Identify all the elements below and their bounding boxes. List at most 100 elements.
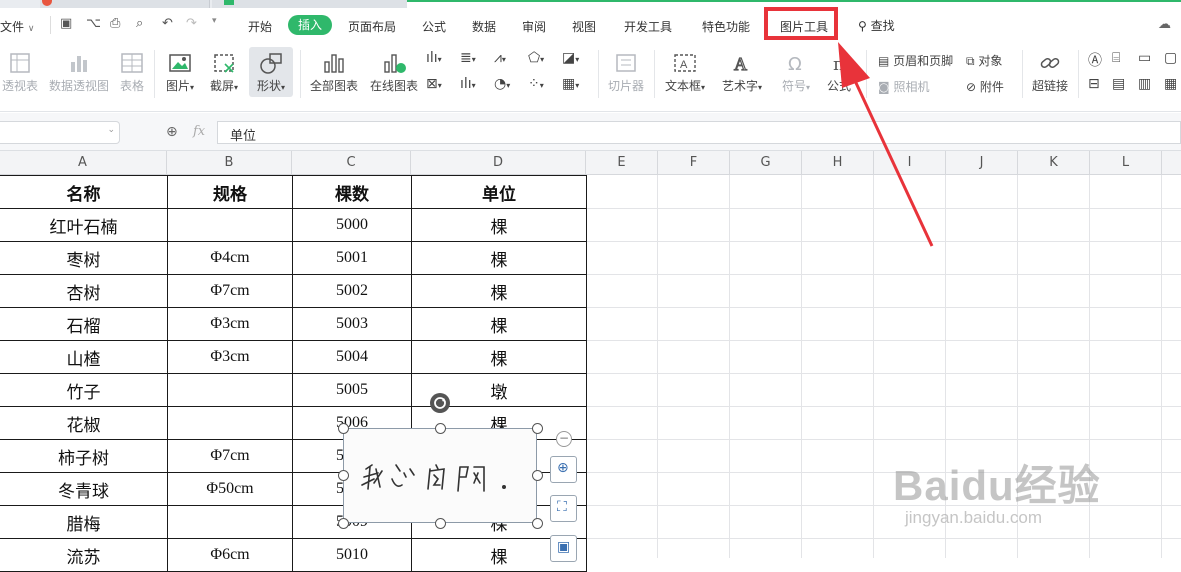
tab-review[interactable]: 审阅 — [522, 18, 546, 35]
attachment-button[interactable]: ⊘ 附件 — [966, 78, 1004, 95]
redo-icon[interactable]: ↷ — [186, 16, 197, 31]
shapes-button[interactable]: 形状▾ — [249, 47, 293, 97]
window-tab-2[interactable] — [212, 0, 407, 8]
resize-handle-n[interactable] — [435, 423, 446, 434]
cell-spec[interactable]: Φ7cm — [167, 439, 293, 473]
header-count[interactable]: 棵数 — [292, 175, 412, 209]
collapse-toolbar-icon[interactable]: − — [556, 431, 572, 447]
quick-access-dropdown-icon[interactable]: ▾ — [212, 16, 217, 26]
line-chart-icon[interactable]: ⩘▾ — [494, 50, 506, 66]
cell-count[interactable]: 5003 — [292, 307, 412, 341]
pivot-chart-button[interactable]: 数据透视图 — [46, 52, 112, 94]
column-header-l[interactable]: L — [1090, 151, 1162, 175]
window-tab-1[interactable] — [40, 0, 210, 8]
cell-count[interactable]: 5005 — [292, 373, 412, 407]
cell-name[interactable]: 山楂 — [0, 340, 168, 374]
header-name[interactable]: 名称 — [0, 175, 168, 209]
other-chart-icon[interactable]: ▦▾ — [562, 76, 579, 92]
cell-count[interactable]: 5010 — [292, 538, 412, 572]
cell-name[interactable]: 流苏 — [0, 538, 168, 572]
resize-handle-nw[interactable] — [338, 423, 349, 434]
cell-count[interactable]: 5000 — [292, 208, 412, 242]
pie-chart-icon[interactable]: ◔▾ — [494, 76, 510, 92]
cell-spec[interactable] — [167, 208, 293, 242]
column-header-k[interactable]: K — [1018, 151, 1090, 175]
tab-developer[interactable]: 开发工具 — [624, 18, 672, 35]
cell-spec[interactable] — [167, 505, 293, 539]
tab-data[interactable]: 数据 — [472, 18, 496, 35]
column-header-d[interactable]: D — [411, 151, 586, 175]
cell-spec[interactable]: Φ6cm — [167, 538, 293, 572]
cell-name[interactable]: 杏树 — [0, 274, 168, 308]
save-icon[interactable]: ▣ — [60, 16, 72, 31]
stock-chart-icon[interactable]: ılı▾ — [460, 76, 476, 92]
formula-input[interactable]: 单位 — [217, 121, 1181, 144]
text-icon[interactable]: Ⓐ — [1088, 50, 1102, 70]
rotate-handle-icon[interactable] — [430, 393, 450, 413]
cell-unit[interactable]: 棵 — [411, 274, 587, 308]
zoom-formula-icon[interactable]: ⊕ — [166, 124, 178, 140]
column-header-a[interactable]: A — [0, 151, 167, 175]
combo-chart-icon[interactable]: ⊠▾ — [426, 76, 442, 92]
resize-handle-ne[interactable] — [532, 423, 543, 434]
bar-chart-icon[interactable]: ≣▾ — [460, 50, 476, 66]
tab-view[interactable]: 视图 — [572, 18, 596, 35]
scatter-chart-icon[interactable]: ⁘▾ — [528, 76, 544, 92]
hyperlink-button[interactable]: 超链接 — [1028, 52, 1072, 94]
cell-unit[interactable]: 棵 — [411, 208, 587, 242]
zoom-picture-button[interactable]: ⊕ — [550, 456, 577, 483]
cell-unit[interactable]: 棵 — [411, 307, 587, 341]
cell-count[interactable]: 5004 — [292, 340, 412, 374]
tab-insert[interactable]: 插入 — [288, 15, 332, 35]
cell-name[interactable]: 冬青球 — [0, 472, 168, 506]
pivot-table-button[interactable]: 透视表 — [0, 52, 40, 94]
column-header-c[interactable]: C — [292, 151, 411, 175]
screenshot-button[interactable]: 截屏▾ — [204, 52, 244, 94]
picture-button[interactable]: 图片▾ — [160, 52, 200, 94]
handwriting-picture[interactable] — [343, 428, 537, 523]
slicer-button[interactable]: 切片器 — [604, 52, 648, 94]
table-button[interactable]: 表格 — [116, 52, 148, 94]
header-spec[interactable]: 规格 — [167, 175, 293, 209]
header-unit[interactable]: 单位 — [411, 175, 587, 209]
cell-name[interactable]: 石榴 — [0, 307, 168, 341]
cell-name[interactable]: 柿子树 — [0, 439, 168, 473]
cell-spec[interactable]: Φ7cm — [167, 274, 293, 308]
wordart-button[interactable]: A 艺术字▾ — [716, 52, 768, 94]
print-preview-icon[interactable]: ⌕ — [136, 16, 143, 31]
window-icon[interactable]: ▭ — [1138, 50, 1151, 66]
column-header-j[interactable]: J — [946, 151, 1018, 175]
cell-count[interactable]: 5002 — [292, 274, 412, 308]
column-header-g[interactable]: G — [730, 151, 802, 175]
online-charts-button[interactable]: 在线图表 — [366, 52, 422, 94]
cell-name[interactable]: 腊梅 — [0, 505, 168, 539]
cloud-icon[interactable]: ☁ — [1158, 17, 1171, 32]
form-icon[interactable]: ▥ — [1138, 76, 1151, 92]
cell-spec[interactable]: Φ3cm — [167, 340, 293, 374]
resize-handle-s[interactable] — [435, 518, 446, 529]
cell-unit[interactable]: 棵 — [411, 241, 587, 275]
name-box[interactable]: ⌄ — [0, 121, 120, 144]
file-menu[interactable]: 文件 ∨ — [0, 18, 34, 35]
object-button[interactable]: ⧉ 对象 — [966, 52, 1002, 69]
textbox-button[interactable]: A 文本框▾ — [660, 52, 710, 94]
cell-count[interactable]: 5001 — [292, 241, 412, 275]
panel-icon[interactable]: ▢ — [1164, 50, 1177, 66]
cell-spec[interactable] — [167, 406, 293, 440]
undo-icon[interactable]: ↶ — [162, 16, 173, 31]
tab-page-layout[interactable]: 页面布局 — [348, 18, 396, 35]
column-chart-icon[interactable]: ılı▾ — [426, 50, 442, 66]
fx-icon[interactable]: fx — [193, 124, 205, 139]
cell-name[interactable]: 花椒 — [0, 406, 168, 440]
format-painter-icon[interactable]: ⌥ — [86, 16, 101, 31]
cell-spec[interactable]: Φ50cm — [167, 472, 293, 506]
cell-unit[interactable]: 棵 — [411, 340, 587, 374]
cell-spec[interactable]: Φ4cm — [167, 241, 293, 275]
cell-name[interactable]: 枣树 — [0, 241, 168, 275]
grid-icon[interactable]: ▦ — [1164, 76, 1177, 92]
tab-home[interactable]: 开始 — [248, 18, 272, 35]
column-header-f[interactable]: F — [658, 151, 730, 175]
cell-name[interactable]: 红叶石楠 — [0, 208, 168, 242]
cell-spec[interactable] — [167, 373, 293, 407]
cell-name[interactable]: 竹子 — [0, 373, 168, 407]
